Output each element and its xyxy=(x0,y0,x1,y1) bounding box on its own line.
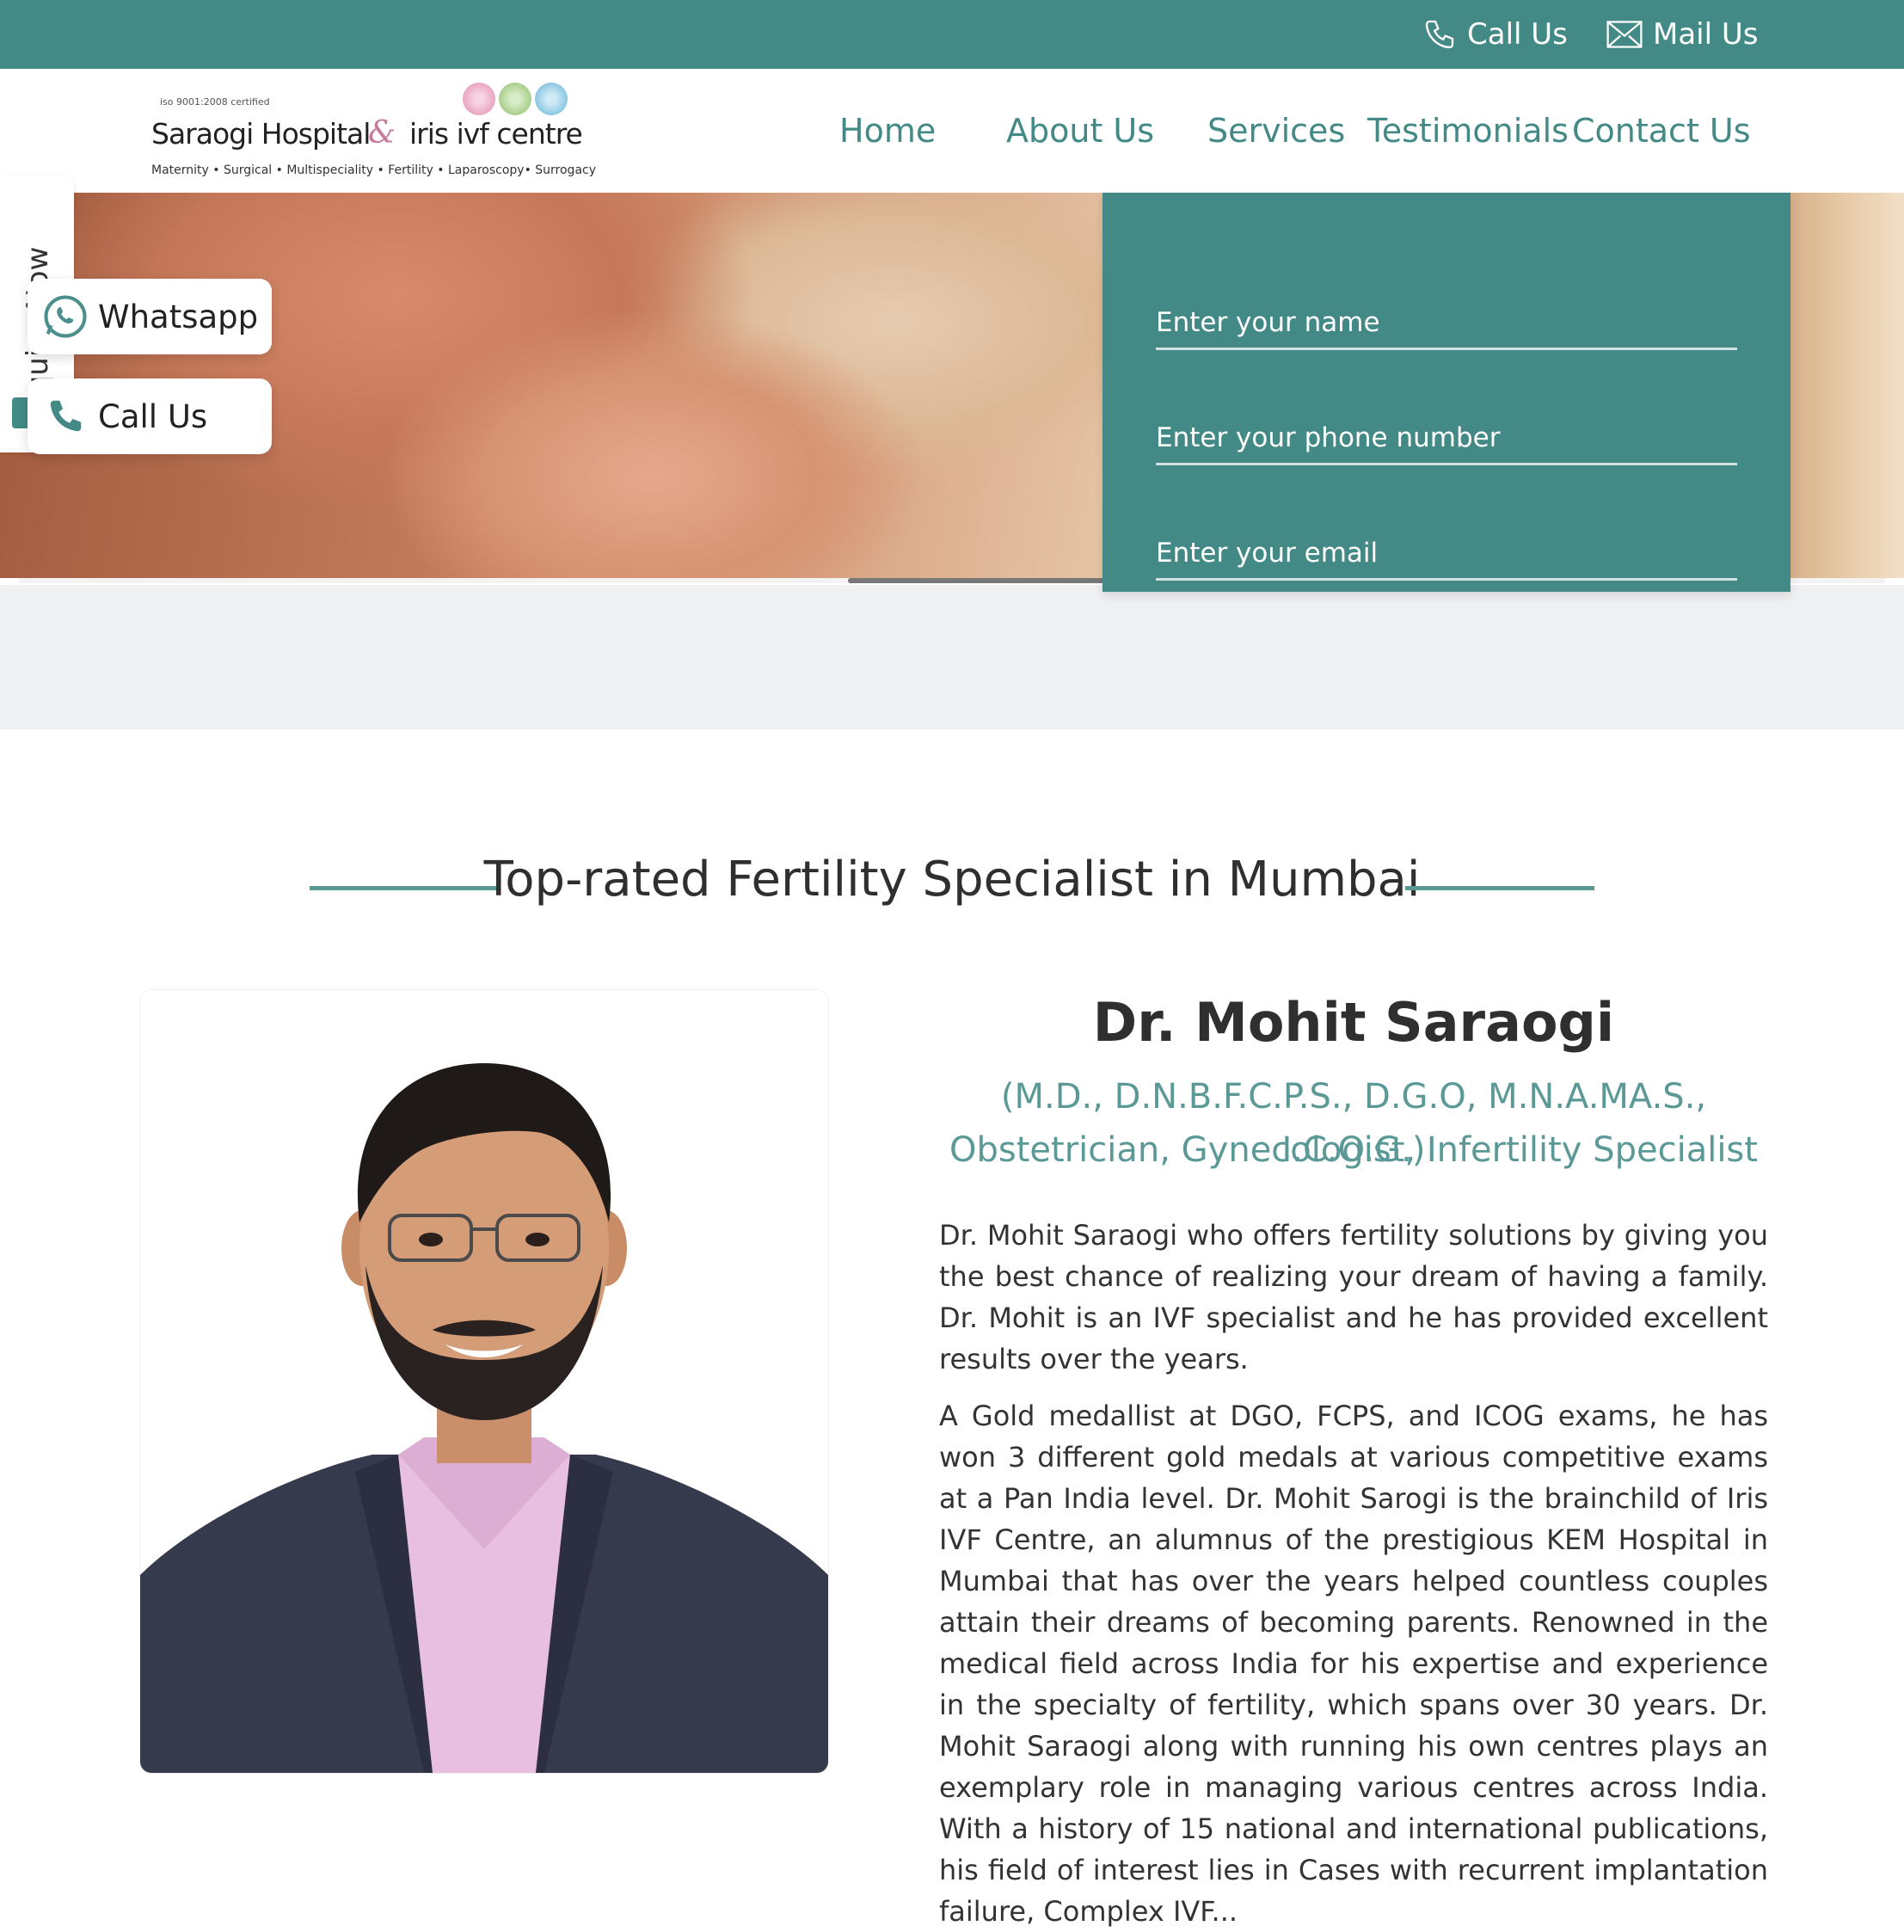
logo-ampersand: & xyxy=(368,115,396,151)
nav-home[interactable]: Home xyxy=(839,69,936,193)
mail-icon xyxy=(1606,21,1643,48)
nav-about-us[interactable]: About Us xyxy=(1006,69,1154,193)
top-call-label: Call Us xyxy=(1467,17,1568,52)
doctor-portrait-illustration xyxy=(140,990,828,1773)
logo-flower-pink-icon xyxy=(463,83,495,115)
site-header: iso 9001:2008 certified Saraogi Hospital… xyxy=(0,69,1904,194)
phone-icon xyxy=(1425,20,1454,49)
doctor-specialty: Obstetrician, Gynecologist, Infertility … xyxy=(949,1130,1758,1170)
slider-indicator[interactable] xyxy=(848,578,1106,583)
side-call-label: Call Us xyxy=(98,397,208,435)
nav-services[interactable]: Services xyxy=(1207,69,1345,193)
logo-tagline: Maternity • Surgical • Multispeciality •… xyxy=(151,163,597,177)
hero-image-edge xyxy=(1789,193,1904,578)
top-call-link[interactable]: Call Us xyxy=(1422,0,1568,69)
top-mail-link[interactable]: Mail Us xyxy=(1606,0,1758,69)
logo-centre-name: iris ivf centre xyxy=(409,117,583,151)
logo-hospital-name: Saraogi Hospital xyxy=(151,117,371,151)
nav-contact-us[interactable]: Contact Us xyxy=(1572,69,1751,193)
side-call-button[interactable]: Call Us xyxy=(28,378,272,454)
site-logo[interactable]: iso 9001:2008 certified Saraogi Hospital… xyxy=(151,76,599,188)
doctor-name: Dr. Mohit Saraogi xyxy=(1092,991,1615,1054)
phone-icon xyxy=(41,392,89,440)
phone-field[interactable]: Enter your phone number xyxy=(1156,413,1737,465)
whatsapp-button[interactable]: Whatsapp xyxy=(28,279,272,354)
email-field[interactable]: Enter your email xyxy=(1156,528,1737,581)
doctor-bio-intro: Dr. Mohit Saraogi who offers fertility s… xyxy=(939,1219,1768,1375)
name-field[interactable]: Enter your name xyxy=(1156,298,1737,350)
enquiry-form: Enter your name Enter your phone number … xyxy=(1102,193,1790,592)
hero-bottom-band xyxy=(0,585,1904,729)
whatsapp-icon xyxy=(41,292,89,341)
iso-certification: iso 9001:2008 certified xyxy=(160,96,270,108)
nav-testimonials[interactable]: Testimonials xyxy=(1367,69,1569,193)
logo-flower-green-icon xyxy=(499,83,531,115)
top-contact-bar: Call Us Mail Us xyxy=(0,0,1904,69)
top-mail-label: Mail Us xyxy=(1653,17,1759,52)
title-right-rule xyxy=(1405,886,1594,890)
logo-flower-blue-icon xyxy=(535,83,568,115)
doctor-bio-details: A Gold medallist at DGO, FCPS, and ICOG … xyxy=(939,1400,1768,1928)
section-title: Top-rated Fertility Specialist in Mumbai xyxy=(483,852,1421,908)
whatsapp-label: Whatsapp xyxy=(98,298,259,335)
doctor-photo xyxy=(139,989,829,1774)
